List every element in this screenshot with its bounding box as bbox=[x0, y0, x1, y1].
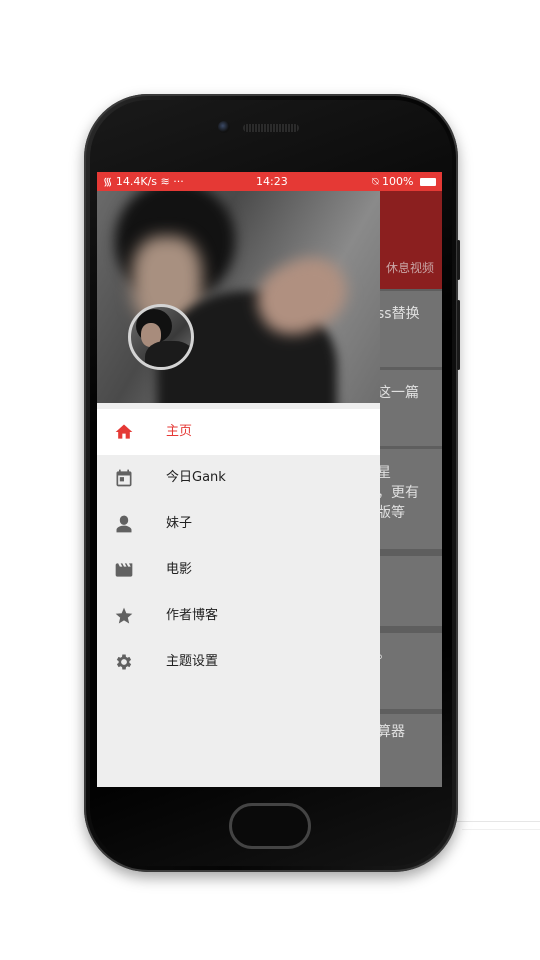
more-icon: ··· bbox=[173, 175, 184, 188]
home-icon bbox=[115, 424, 133, 439]
tab-rest-video[interactable]: 休息视频 bbox=[386, 259, 434, 276]
calendar-icon bbox=[116, 469, 132, 487]
battery-icon bbox=[420, 178, 436, 186]
phone-side-button bbox=[457, 300, 460, 370]
floor-line bbox=[455, 821, 540, 822]
status-left: ᯾ 14.4K/s ≋ ··· bbox=[103, 172, 184, 191]
movie-icon bbox=[115, 563, 133, 577]
avatar[interactable] bbox=[128, 304, 194, 370]
menu-item-label: 今日Gank bbox=[166, 470, 226, 485]
status-time: 14:23 bbox=[256, 175, 288, 188]
menu-item-label: 妹子 bbox=[166, 516, 193, 531]
menu-item-label: 作者博客 bbox=[166, 608, 219, 623]
menu-item-theme-settings[interactable]: 主题设置 bbox=[97, 639, 380, 685]
background-card-text: 算器 bbox=[377, 724, 405, 740]
status-bar: ᯾ 14.4K/s ≋ ··· 14:23 ⍉ 100% bbox=[97, 172, 442, 191]
home-button[interactable] bbox=[229, 803, 311, 849]
menu-item-label: 电影 bbox=[166, 562, 193, 577]
drawer-header-image bbox=[97, 191, 380, 403]
menu-item-today-gank[interactable]: 今日Gank bbox=[97, 455, 380, 501]
menu-item-girls[interactable]: 妹子 bbox=[97, 501, 380, 547]
status-right: ⍉ 100% bbox=[372, 172, 436, 191]
background-card-text: ss替换 bbox=[377, 306, 420, 322]
menu-item-home[interactable]: 主页 bbox=[97, 409, 380, 455]
person-icon bbox=[116, 515, 132, 533]
menu-item-label: 主题设置 bbox=[166, 654, 219, 669]
background-card[interactable] bbox=[380, 370, 442, 446]
drawer-menu: 主页 今日Gank 妹子 电影 作者博客 主题设置 bbox=[97, 409, 380, 685]
earpiece-speaker bbox=[243, 124, 299, 132]
wifi-icon: ≋ bbox=[160, 175, 170, 188]
background-card-text: 这一篇 bbox=[377, 385, 419, 401]
floor-line bbox=[462, 829, 540, 830]
background-card[interactable] bbox=[380, 291, 442, 367]
star-icon bbox=[115, 607, 133, 624]
mute-icon: ⍉ bbox=[371, 175, 379, 188]
navigation-drawer: 主页 今日Gank 妹子 电影 作者博客 主题设置 bbox=[97, 191, 380, 787]
background-card-text: 星 ，更有 版等 bbox=[377, 465, 419, 521]
front-camera bbox=[218, 121, 230, 133]
menu-item-label: 主页 bbox=[166, 424, 193, 439]
phone-side-button bbox=[457, 240, 460, 280]
battery-percent: 100% bbox=[382, 175, 414, 188]
menu-item-author-blog[interactable]: 作者博客 bbox=[97, 593, 380, 639]
signal-icon: ᯾ bbox=[103, 175, 113, 188]
settings-icon bbox=[116, 654, 132, 670]
background-card[interactable] bbox=[380, 556, 442, 626]
phone-screen: ᯾ 14.4K/s ≋ ··· 14:23 ⍉ 100% 休息视频 ss替换 这… bbox=[97, 172, 442, 787]
network-speed: 14.4K/s bbox=[115, 175, 158, 188]
menu-item-movie[interactable]: 电影 bbox=[97, 547, 380, 593]
